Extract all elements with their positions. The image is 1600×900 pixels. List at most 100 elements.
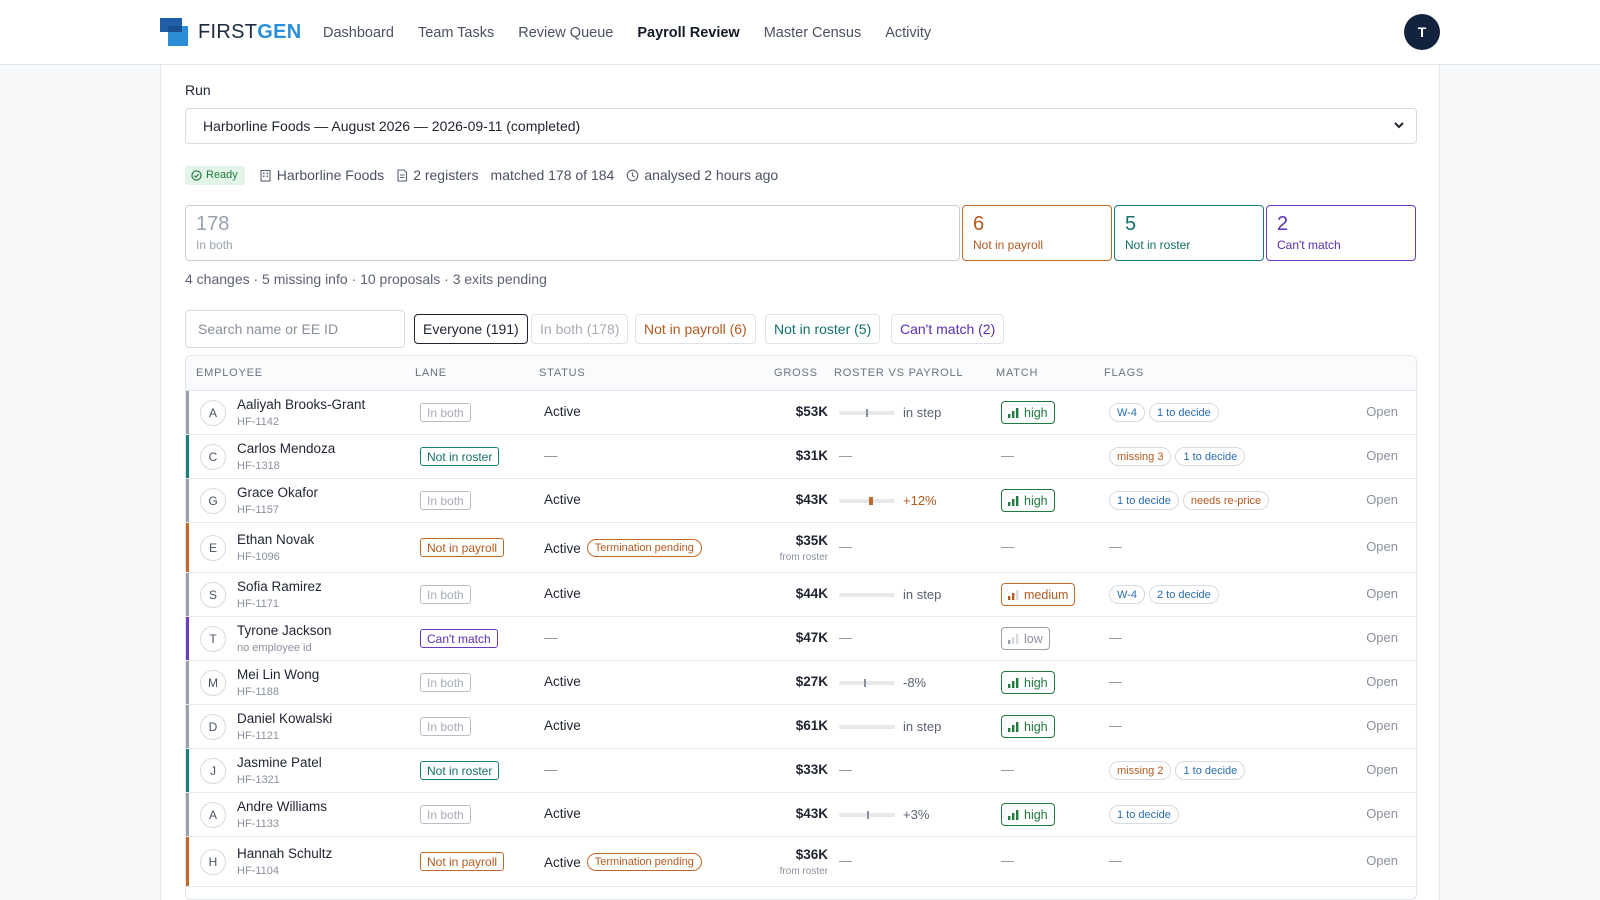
open-link[interactable]: Open — [1366, 853, 1398, 868]
col-lane[interactable]: LANE — [415, 367, 447, 379]
clock-icon — [626, 169, 639, 181]
table-row[interactable]: J Jasmine Patel HF-1321 Not in roster — $33K —… — [186, 749, 1416, 793]
nav-item-payroll-review[interactable]: Payroll Review — [637, 25, 739, 41]
table-row[interactable]: D Daniel Kowalski HF-1121 In both Active $61K… — [186, 705, 1416, 749]
table-row[interactable]: H Hannah Schultz HF-1104 Not in payroll Acti… — [186, 837, 1416, 887]
flag-chip[interactable]: needs re-price — [1182, 491, 1270, 510]
employment-status: — — [544, 630, 558, 645]
employee-name[interactable]: Carlos Mendoza — [237, 441, 335, 456]
lane-indicator — [186, 435, 189, 478]
open-link[interactable]: Open — [1366, 718, 1398, 733]
status-text: Active — [544, 404, 581, 419]
col-employee[interactable]: EMPLOYEE — [196, 367, 263, 379]
match-empty: — — [1001, 853, 1014, 868]
employee-name[interactable]: Aaliyah Brooks-Grant — [237, 397, 365, 412]
employee-avatar: G — [200, 488, 226, 514]
flag-chip[interactable]: missing 2 — [1109, 761, 1172, 780]
roster-vs-payroll: in step — [839, 719, 941, 734]
nav-item-master-census[interactable]: Master Census — [764, 25, 862, 41]
signal-bars-icon — [1008, 407, 1019, 418]
match-label: high — [1024, 493, 1048, 508]
nav-item-activity[interactable]: Activity — [885, 25, 931, 41]
gross-amount: $36K — [795, 847, 828, 862]
flag-chip[interactable]: 1 to decide — [1148, 403, 1219, 422]
filter-not-in-roster[interactable]: Not in roster (5) — [765, 314, 881, 344]
employee-name[interactable]: Tyrone Jackson — [237, 623, 332, 638]
variance-track — [839, 496, 895, 505]
employee-name[interactable]: Mei Lin Wong — [237, 667, 319, 682]
open-link[interactable]: Open — [1366, 404, 1398, 419]
open-link[interactable]: Open — [1366, 806, 1398, 821]
open-link[interactable]: Open — [1366, 630, 1398, 645]
filter-everyone[interactable]: Everyone (191) — [414, 314, 528, 344]
run-select[interactable]: Harborline Foods — August 2026 — 2026-09… — [185, 108, 1417, 144]
table-row[interactable]: C Carlos Mendoza HF-1318 Not in roster — $31K… — [186, 435, 1416, 479]
col-match[interactable]: MATCH — [996, 367, 1038, 379]
employee-name[interactable]: Ethan Novak — [237, 532, 314, 547]
employee-name[interactable]: Grace Okafor — [237, 485, 318, 500]
status-text: — — [544, 448, 558, 463]
user-avatar[interactable]: T — [1404, 14, 1440, 50]
card-not-in-roster[interactable]: 5 Not in roster — [1114, 205, 1264, 261]
col-flags[interactable]: FLAGS — [1104, 367, 1144, 379]
lane-badge: In both — [420, 585, 471, 604]
table-row[interactable]: A Aaliyah Brooks-Grant HF-1142 In both Activ… — [186, 391, 1416, 435]
chevron-down-icon — [1394, 122, 1404, 129]
card-in-both[interactable]: 178 In both — [185, 205, 960, 261]
match-badge: medium — [1001, 583, 1076, 606]
table-row[interactable]: S Sofia Ramirez HF-1171 In both Active $44K in… — [186, 573, 1416, 617]
nav-item-dashboard[interactable]: Dashboard — [323, 25, 394, 41]
nav-item-team-tasks[interactable]: Team Tasks — [418, 25, 494, 41]
flag-chip[interactable]: 2 to decide — [1148, 585, 1219, 604]
flag-chip[interactable]: 1 to decide — [1175, 761, 1246, 780]
employee-name[interactable]: Jasmine Patel — [237, 755, 322, 770]
lane-indicator — [186, 573, 189, 616]
col-gross[interactable]: GROSS — [774, 367, 818, 379]
card-cant-match[interactable]: 2 Can't match — [1266, 205, 1416, 261]
lane-badge: Not in payroll — [420, 538, 505, 557]
brand-logo[interactable]: FIRSTGEN — [160, 18, 302, 46]
open-link[interactable]: Open — [1366, 539, 1398, 554]
open-link[interactable]: Open — [1366, 448, 1398, 463]
employee-name[interactable]: Sofia Ramirez — [237, 579, 322, 594]
flag-chip[interactable]: W-4 — [1109, 403, 1145, 422]
col-status[interactable]: STATUS — [539, 367, 586, 379]
open-link[interactable]: Open — [1366, 492, 1398, 507]
table-row[interactable]: A Andre Williams HF-1133 In both Active $43K +… — [186, 793, 1416, 837]
status-text: Active — [544, 806, 581, 821]
table-row[interactable]: M Mei Lin Wong HF-1188 In both Active $27K -8%… — [186, 661, 1416, 705]
flag-chip[interactable]: 1 to decide — [1109, 491, 1179, 510]
lane-indicator — [186, 705, 189, 748]
table-row[interactable]: E Ethan Novak HF-1096 Not in payroll Active T… — [186, 523, 1416, 573]
employee-name[interactable]: Daniel Kowalski — [237, 711, 332, 726]
open-link[interactable]: Open — [1366, 586, 1398, 601]
run-label: Run — [185, 82, 211, 98]
variance-label: in step — [903, 587, 942, 602]
roster-vs-payroll-empty: — — [839, 539, 852, 554]
lane-badge: In both — [420, 403, 471, 422]
search-input[interactable] — [185, 310, 405, 348]
flags-empty: — — [1109, 539, 1122, 554]
status-text: Active — [544, 492, 581, 507]
open-link[interactable]: Open — [1366, 674, 1398, 689]
match-empty: — — [1001, 762, 1014, 777]
filter-cant-match[interactable]: Can't match (2) — [891, 314, 1005, 344]
filter-in-both[interactable]: In both (178) — [531, 314, 629, 344]
flag-chip[interactable]: missing 3 — [1109, 447, 1172, 466]
table-row[interactable]: G Grace Okafor HF-1157 In both Active $43K +12… — [186, 479, 1416, 523]
roster-vs-payroll: -8% — [839, 675, 926, 690]
table-row[interactable]: T Tyrone Jackson no employee id Can't match… — [186, 617, 1416, 661]
card-not-in-payroll[interactable]: 6 Not in payroll — [962, 205, 1112, 261]
employee-name[interactable]: Hannah Schultz — [237, 846, 332, 861]
col-roster-vs-payroll[interactable]: ROSTER VS PAYROLL — [834, 367, 963, 379]
match-label: medium — [1024, 587, 1069, 602]
flag-chip[interactable]: W-4 — [1109, 585, 1145, 604]
flag-chip[interactable]: 1 to decide — [1109, 805, 1179, 824]
filter-not-in-payroll[interactable]: Not in payroll (6) — [635, 314, 756, 344]
flags: missing 21 to decide — [1109, 761, 1249, 780]
open-link[interactable]: Open — [1366, 762, 1398, 777]
nav-item-review-queue[interactable]: Review Queue — [518, 25, 613, 41]
employee-name[interactable]: Andre Williams — [237, 799, 327, 814]
flags-empty: — — [1109, 718, 1122, 733]
flag-chip[interactable]: 1 to decide — [1175, 447, 1246, 466]
